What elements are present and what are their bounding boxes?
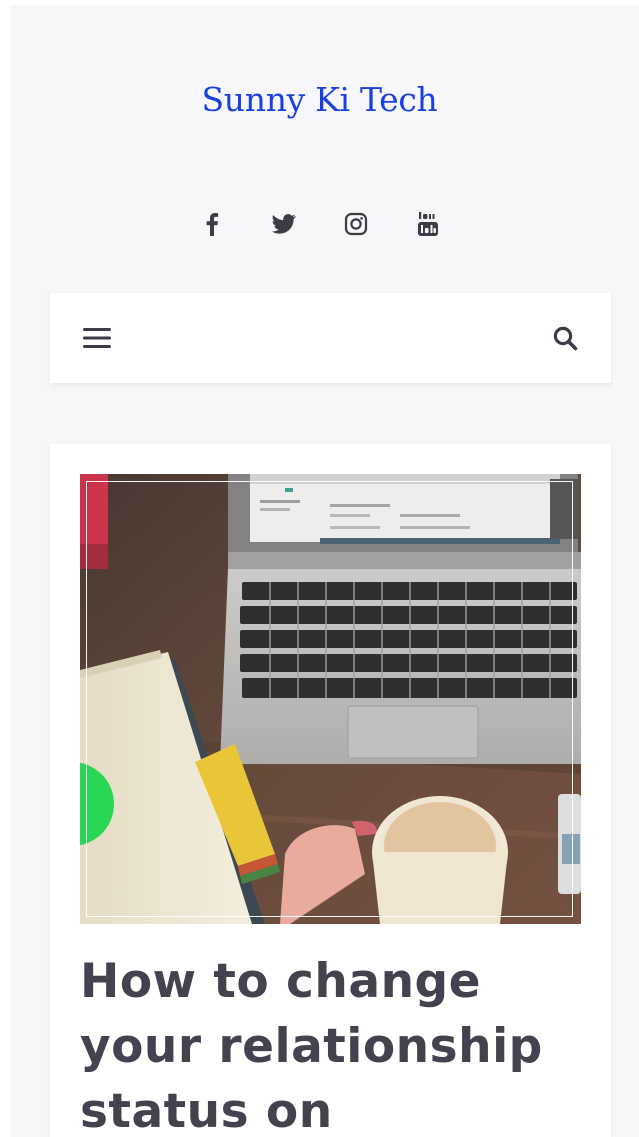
menu-toggle-button[interactable] <box>77 318 117 358</box>
youtube-icon[interactable] <box>410 206 446 242</box>
facebook-icon[interactable] <box>194 206 230 242</box>
hamburger-menu-icon <box>83 328 111 348</box>
social-links <box>0 206 639 242</box>
post-thumbnail-link[interactable] <box>80 474 581 924</box>
instagram-icon[interactable] <box>338 206 374 242</box>
search-button[interactable] <box>545 318 585 358</box>
search-icon <box>553 326 578 351</box>
laptop-coffee-desk-photo <box>80 474 581 924</box>
site-title-link[interactable]: Sunny Ki Tech <box>0 78 639 122</box>
post-title-link[interactable]: How to change your relationship status o… <box>80 949 585 1137</box>
post-card: How to change your relationship status o… <box>50 444 611 1137</box>
main-navbar <box>50 293 611 383</box>
twitter-icon[interactable] <box>266 206 302 242</box>
